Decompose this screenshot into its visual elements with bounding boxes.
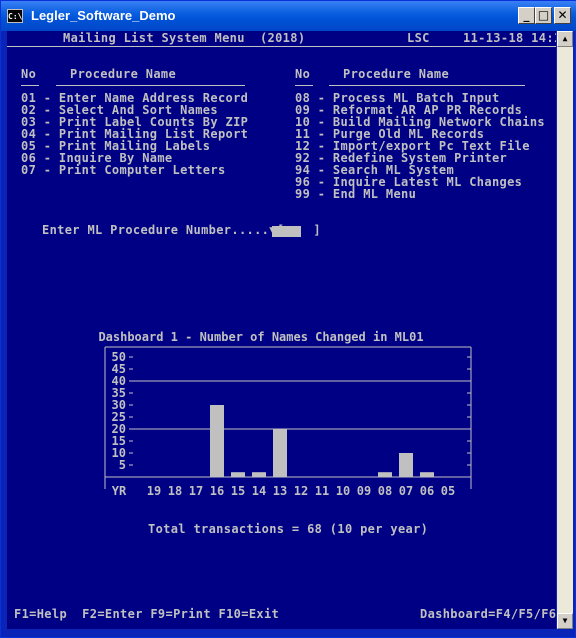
console-screen[interactable]: Mailing List System Menu (2018) LSC 11-1… bbox=[7, 31, 556, 629]
x-tick-label: 07 bbox=[399, 484, 413, 498]
divider bbox=[295, 85, 313, 86]
menu-title: Mailing List System Menu (2018) bbox=[63, 31, 306, 45]
divider bbox=[56, 85, 245, 86]
chart-bar bbox=[399, 453, 413, 477]
procedure-item[interactable]: 07 - Print Computer Letters bbox=[21, 164, 226, 176]
x-tick-label: 16 bbox=[210, 484, 224, 498]
x-tick-label: 05 bbox=[441, 484, 455, 498]
title-bar[interactable]: C:\ Legler_Software_Demo _ □ ✕ bbox=[1, 1, 576, 31]
x-tick-label: 19 bbox=[147, 484, 161, 498]
x-tick-label: 11 bbox=[315, 484, 329, 498]
y-tick-label: 5 bbox=[119, 458, 126, 472]
right-name-header: Procedure Name bbox=[343, 67, 450, 81]
divider bbox=[21, 85, 39, 86]
x-tick-label: 15 bbox=[231, 484, 245, 498]
x-tick-label: 18 bbox=[168, 484, 182, 498]
console-icon: C:\ bbox=[7, 9, 23, 23]
scroll-down-icon[interactable]: ▼ bbox=[557, 613, 573, 629]
x-tick-label: 17 bbox=[189, 484, 203, 498]
divider bbox=[329, 85, 525, 86]
user-id: LSC bbox=[407, 31, 430, 45]
total-transactions: Total transactions = 68 (10 per year) bbox=[148, 522, 429, 536]
x-tick-label: 09 bbox=[357, 484, 371, 498]
x-axis-label: YR bbox=[112, 484, 127, 498]
x-tick-label: 06 bbox=[420, 484, 434, 498]
function-keys: F1=Help F2=Enter F9=Print F10=Exit bbox=[14, 607, 280, 621]
procedure-item[interactable]: 99 - End ML Menu bbox=[295, 188, 416, 200]
close-button[interactable]: ✕ bbox=[554, 7, 571, 24]
maximize-button[interactable]: □ bbox=[535, 7, 552, 24]
chart-bar bbox=[252, 472, 266, 477]
procedure-number-input[interactable] bbox=[272, 226, 301, 237]
chart-bar bbox=[273, 429, 287, 477]
dashboard-chart: Dashboard 1 - Number of Names Changed in… bbox=[98, 330, 472, 498]
x-tick-label: 12 bbox=[294, 484, 308, 498]
dashboard-keys: Dashboard=F4/F5/F6 bbox=[420, 607, 556, 621]
x-tick-label: 08 bbox=[378, 484, 392, 498]
x-tick-label: 14 bbox=[252, 484, 266, 498]
header-divider bbox=[7, 46, 556, 47]
right-no-header: No bbox=[295, 67, 311, 81]
x-tick-label: 10 bbox=[336, 484, 350, 498]
chart-title: Dashboard 1 - Number of Names Changed in… bbox=[98, 330, 423, 344]
chart-bar bbox=[231, 472, 245, 477]
chart-bar bbox=[378, 472, 392, 477]
minimize-button[interactable]: _ bbox=[518, 7, 535, 24]
window-title: Legler_Software_Demo bbox=[31, 8, 176, 23]
chart-bar bbox=[210, 405, 224, 477]
left-no-header: No bbox=[21, 67, 37, 81]
vertical-scrollbar[interactable]: ▲ ▼ bbox=[557, 31, 573, 629]
console-window: C:\ Legler_Software_Demo _ □ ✕ Mailing L… bbox=[0, 0, 576, 638]
x-tick-label: 13 bbox=[273, 484, 287, 498]
chart-bar bbox=[420, 472, 434, 477]
left-name-header: Procedure Name bbox=[70, 67, 177, 81]
scroll-up-icon[interactable]: ▲ bbox=[557, 31, 573, 47]
date-time: 11-13-18 14:18 bbox=[463, 31, 556, 45]
